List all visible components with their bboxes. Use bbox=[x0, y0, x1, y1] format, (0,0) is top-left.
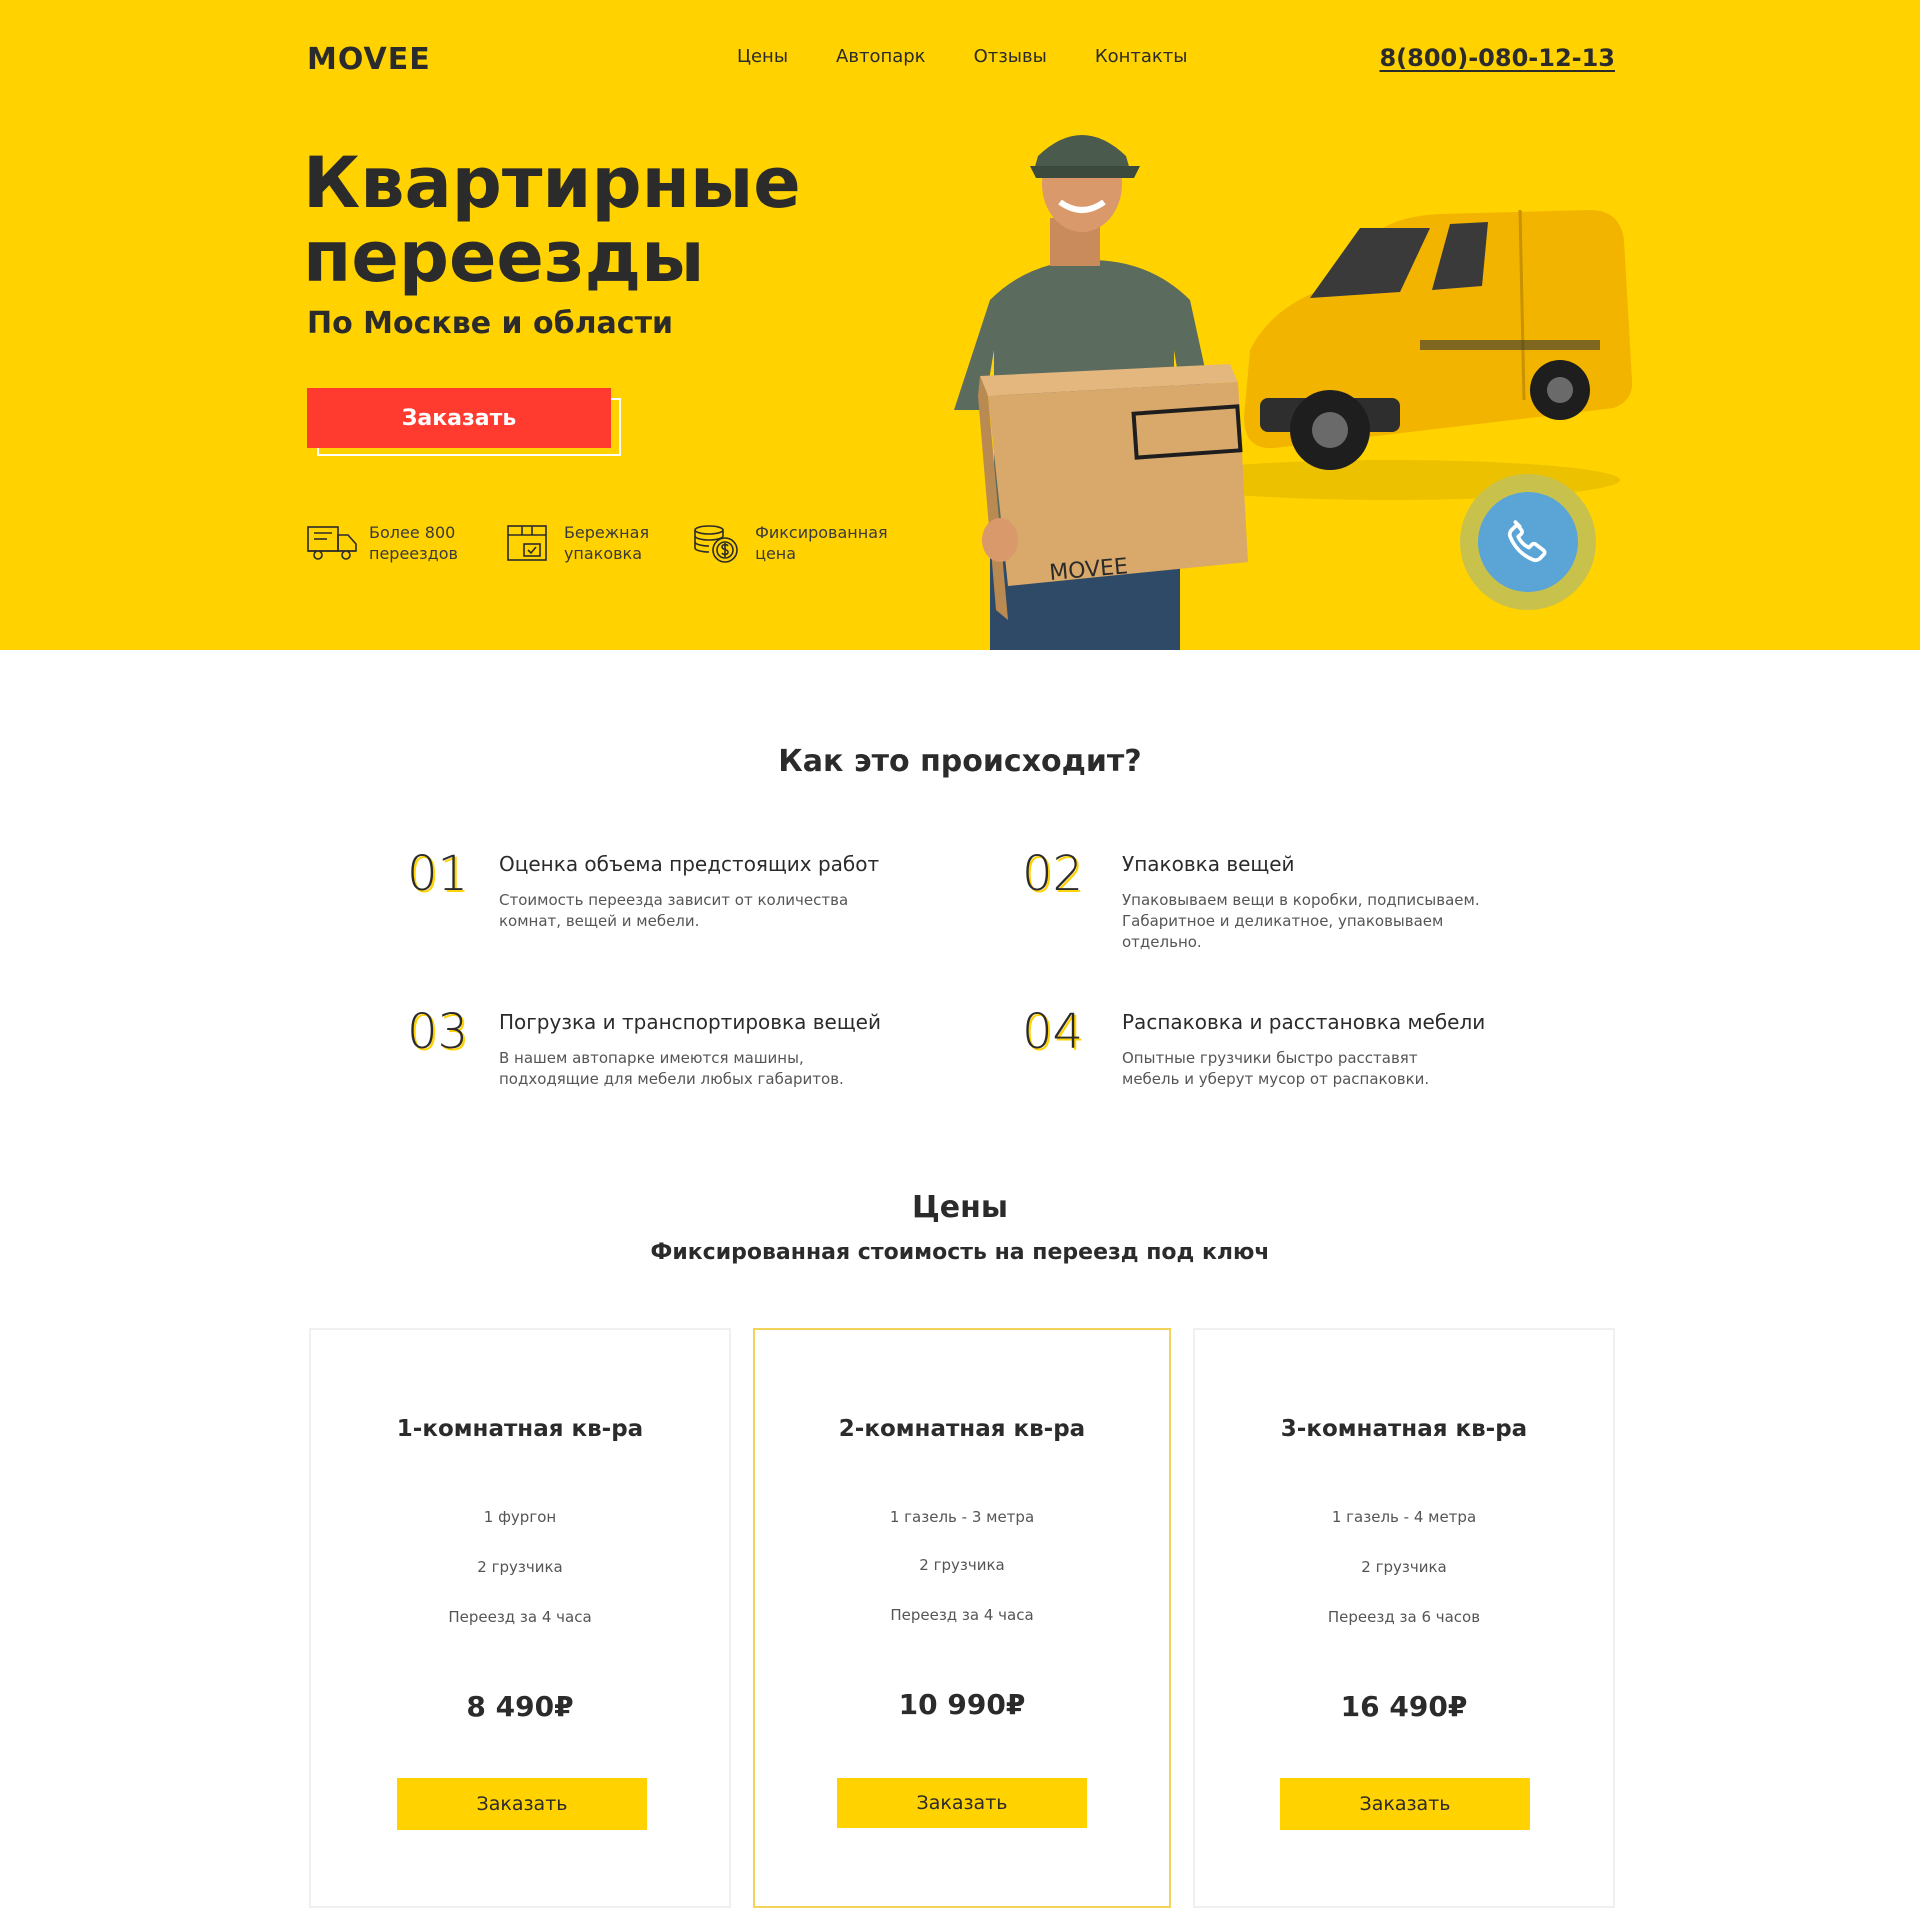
step-number: 04 bbox=[1022, 1004, 1084, 1060]
step-description: Опытные грузчики быстро расставят мебель… bbox=[1122, 1049, 1430, 1088]
card-price: 16 490₽ bbox=[1340, 1690, 1468, 1723]
card-price: 10 990₽ bbox=[898, 1688, 1026, 1721]
feature-price-text: Фиксированная цена bbox=[755, 523, 888, 563]
call-button[interactable] bbox=[1460, 474, 1596, 610]
hero-order-wrap: Заказать bbox=[307, 388, 621, 458]
truck-icon bbox=[307, 526, 357, 560]
feature-packing-text: Бережная упаковка bbox=[563, 523, 650, 563]
price-card-2room: 2-комнатная кв-ра 1 газель - 3 метра 2 г… bbox=[753, 1328, 1171, 1908]
logo[interactable]: MOVEE bbox=[307, 42, 431, 77]
card-line: Переезд за 6 часов bbox=[1327, 1608, 1481, 1626]
main-nav: Цены Автопарк Отзывы Контакты bbox=[737, 46, 1187, 67]
phone-icon bbox=[1507, 520, 1547, 563]
prices-subtitle: Фиксированная стоимость на переезд под к… bbox=[650, 1240, 1270, 1265]
card-line: 2 грузчика bbox=[919, 1556, 1005, 1574]
nav-item-fleet[interactable]: Автопарк bbox=[836, 46, 926, 67]
feature-moves-text: Более 800 переездов bbox=[369, 523, 458, 563]
card-line: 1 газель - 3 метра bbox=[889, 1508, 1035, 1526]
price-card-3room: 3-комнатная кв-ра 1 газель - 4 метра 2 г… bbox=[1193, 1328, 1615, 1908]
step-title: Оценка объема предстоящих работ bbox=[499, 852, 880, 876]
nav-item-contacts[interactable]: Контакты bbox=[1095, 46, 1188, 67]
card-price: 8 490₽ bbox=[466, 1690, 574, 1723]
step-description: Стоимость переезда зависит от количества… bbox=[499, 891, 849, 930]
step-title: Погрузка и транспортировка вещей bbox=[499, 1010, 881, 1034]
card-line: Переезд за 4 часа bbox=[448, 1608, 592, 1626]
prices-title: Цены bbox=[911, 1190, 1009, 1225]
card-line: 2 грузчика bbox=[1361, 1558, 1447, 1576]
how-title: Как это происходит? bbox=[778, 744, 1142, 779]
coins-icon bbox=[694, 525, 738, 563]
card-title: 2-комнатная кв-ра bbox=[838, 1416, 1086, 1442]
step-description: В нашем автопарке имеются машины, подход… bbox=[499, 1049, 844, 1088]
card-order-button[interactable]: Заказать bbox=[837, 1778, 1087, 1828]
step-title: Упаковка вещей bbox=[1122, 852, 1295, 876]
hero-order-button[interactable]: Заказать bbox=[307, 388, 611, 448]
card-line: Переезд за 4 часа bbox=[890, 1606, 1034, 1624]
card-line: 1 газель - 4 метра bbox=[1331, 1508, 1477, 1526]
hero-title: Квартирные переезды bbox=[303, 146, 863, 294]
nav-item-reviews[interactable]: Отзывы bbox=[974, 46, 1047, 67]
hero-subtitle: По Москве и области bbox=[307, 306, 673, 341]
card-line: 1 фургон bbox=[483, 1508, 557, 1526]
call-button-inner[interactable] bbox=[1478, 492, 1578, 592]
hero-title-line1: Квартирные bbox=[303, 142, 801, 224]
package-icon bbox=[507, 525, 547, 561]
price-card-1room: 1-комнатная кв-ра 1 фургон 2 грузчика Пе… bbox=[309, 1328, 731, 1908]
step-description: Упаковываем вещи в коробки, подписываем.… bbox=[1122, 891, 1480, 951]
feature-price: Фиксированная цена bbox=[691, 520, 888, 566]
card-title: 1-комнатная кв-ра bbox=[396, 1416, 644, 1442]
step-number: 01 bbox=[407, 846, 469, 902]
step-number: 03 bbox=[407, 1004, 469, 1060]
nav-item-prices[interactable]: Цены bbox=[737, 46, 788, 67]
card-order-button[interactable]: Заказать bbox=[397, 1778, 647, 1830]
feature-packing: Бережная упаковка bbox=[500, 520, 649, 566]
hero-features: Более 800 переездов Бережная упаковка Фи… bbox=[305, 520, 888, 566]
card-title: 3-комнатная кв-ра bbox=[1280, 1416, 1528, 1442]
card-line: 2 грузчика bbox=[477, 1558, 563, 1576]
step-number: 02 bbox=[1022, 846, 1084, 902]
phone-link[interactable]: 8(800)-080-12-13 bbox=[1379, 44, 1615, 72]
card-order-button[interactable]: Заказать bbox=[1280, 1778, 1530, 1830]
hero-section: MOVEE Цены Автопарк Отзывы Контакты 8(80… bbox=[0, 0, 1920, 650]
step-title: Распаковка и расстановка мебели bbox=[1122, 1010, 1486, 1034]
feature-moves: Более 800 переездов bbox=[305, 520, 458, 566]
hero-title-line2: переезды bbox=[303, 216, 705, 298]
